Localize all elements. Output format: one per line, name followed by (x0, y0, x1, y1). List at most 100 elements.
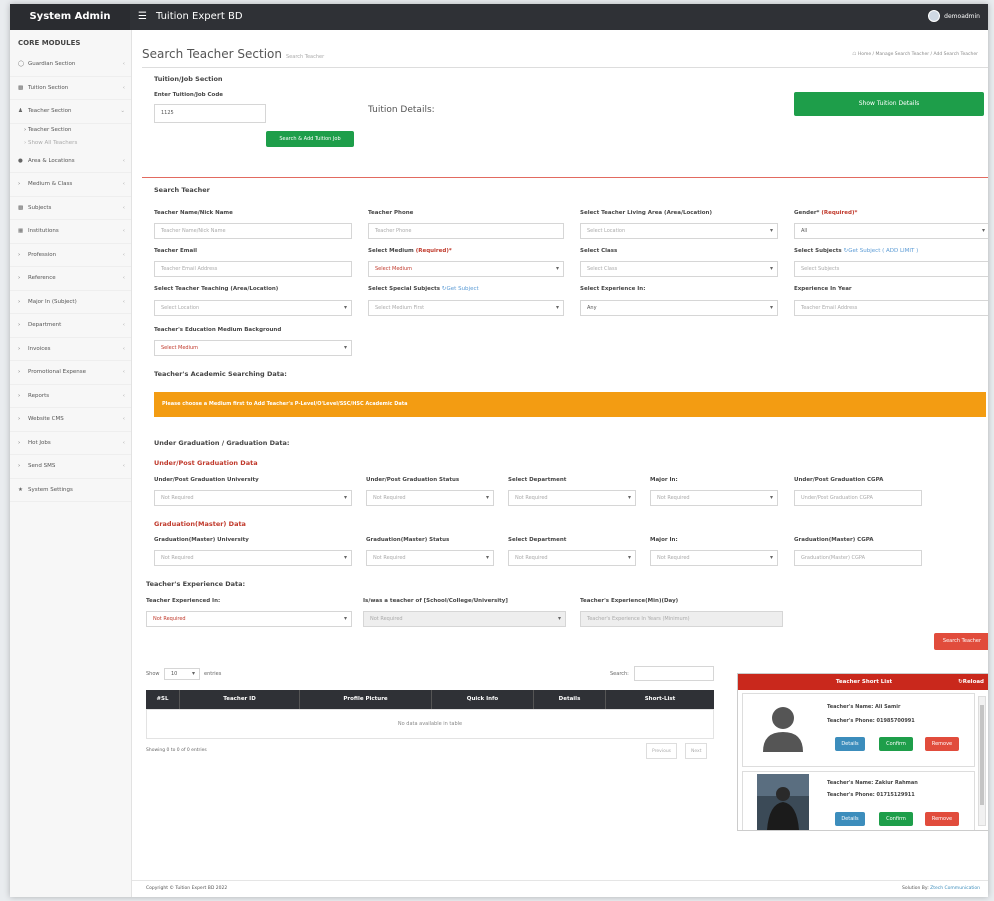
sidebar-subitem-show-all[interactable]: › Show All Teachers (10, 137, 131, 150)
user-menu[interactable]: demoadmin (928, 10, 980, 22)
teacher-email-label: Teacher Email (154, 248, 197, 254)
class-select[interactable]: Select Class (580, 261, 778, 277)
sidebar-item-major[interactable]: › Major In (Subject) ‹ (10, 291, 131, 314)
search-teacher-button[interactable]: Search Teacher (934, 633, 988, 650)
undergrad-status-select[interactable]: Not Required (366, 490, 494, 506)
sidebar-item-label: Send SMS (28, 463, 56, 469)
column-header[interactable]: Teacher ID (180, 690, 300, 709)
sidebar-item-label: Reference (28, 275, 56, 281)
sidebar-item-settings[interactable]: ★ System Settings (10, 479, 131, 502)
chevron-icon: ‹ (122, 157, 125, 164)
undergrad-university-select[interactable]: Not Required (154, 490, 352, 506)
column-header[interactable]: Quick Info (432, 690, 534, 709)
remove-button[interactable]: Remove (925, 737, 959, 751)
search-add-tuition-button[interactable]: Search & Add Tuition Job (266, 131, 354, 147)
experience-year-label: Experience In Year (794, 286, 852, 292)
sidebar-item-label: Tuition Section (28, 84, 69, 91)
masters-university-select[interactable]: Not Required (154, 550, 352, 566)
sidebar-item-area[interactable]: ● Area & Locations ‹ (10, 150, 131, 173)
chevron-icon: ‹ (122, 463, 125, 469)
subjects-input[interactable]: Select Subjects (794, 261, 988, 277)
reload-button[interactable]: ↻Reload (958, 674, 984, 690)
tuition-code-input[interactable]: 1125 (154, 104, 266, 123)
app-title: Tuition Expert BD (156, 11, 243, 22)
sidebar-item-label: System Settings (28, 486, 73, 493)
sidebar-item-institutions[interactable]: ▦ Institutions ‹ (10, 220, 131, 244)
subjects-label: Select Subjects ↻Get Subject ( ADD LIMIT… (794, 248, 918, 254)
masters-major-select[interactable]: Not Required (650, 550, 778, 566)
shortlist-scrollbar[interactable] (978, 696, 986, 826)
entries-select[interactable]: 10 (164, 668, 200, 680)
sidebar-item-sms[interactable]: › Send SMS ‹ (10, 455, 131, 479)
gender-label-text: Gender* (794, 210, 820, 216)
sidebar-item-cms[interactable]: › Website CMS ‹ (10, 408, 131, 432)
masters-cgpa-input[interactable]: Graduation(Master) CGPA (794, 550, 922, 566)
masters-major-label: Major In: (650, 537, 678, 543)
sidebar-item-department[interactable]: › Department ‹ (10, 314, 131, 338)
get-special-subject-link[interactable]: Get Subject (447, 286, 479, 292)
sidebar-item-tuition[interactable]: ▩ Tuition Section ‹ (10, 77, 131, 100)
sidebar-item-teacher[interactable]: ♟ Teacher Section ⌄ (10, 100, 131, 124)
divider (142, 67, 988, 68)
undergrad-major-select[interactable]: Not Required (650, 490, 778, 506)
next-button[interactable]: Next (685, 743, 708, 759)
teacher-phone-input[interactable]: Teacher Phone (368, 223, 564, 239)
experience-year-input[interactable]: Teacher Email Address (794, 300, 988, 316)
get-subject-link[interactable]: Get Subject ( ADD LIMIT ) (848, 248, 918, 254)
table-info: Showing 0 to 0 of 0 entries (146, 748, 207, 753)
experience-in-select[interactable]: Any (580, 300, 778, 316)
menu-toggle-icon[interactable]: ☰ (138, 4, 147, 30)
undergrad-cgpa-input[interactable]: Under/Post Graduation CGPA (794, 490, 922, 506)
column-header[interactable]: #SL (146, 690, 180, 709)
column-header[interactable]: Profile Picture (300, 690, 432, 709)
teaching-area-select[interactable]: Select Location (154, 300, 352, 316)
masters-status-select[interactable]: Not Required (366, 550, 494, 566)
teacher-email-input[interactable]: Teacher Email Address (154, 261, 352, 277)
table-search-input[interactable] (634, 666, 714, 681)
scrollbar-thumb[interactable] (980, 705, 984, 805)
copyright: Copyright © Tuition Expert BD 2022 (146, 886, 228, 891)
sidebar-item-reports[interactable]: › Reports ‹ (10, 385, 131, 408)
gender-select[interactable]: All (794, 223, 988, 239)
solution-label: Solution By: (902, 886, 931, 891)
sidebar-item-promotional[interactable]: › Promotional Expense ‹ (10, 361, 131, 385)
caret-icon: › (18, 298, 21, 305)
sidebar-item-label: Website CMS (28, 416, 64, 422)
subjects-label-text: Select Subjects (794, 248, 842, 254)
sidebar-item-reference[interactable]: › Reference ‹ (10, 267, 131, 291)
sidebar-subitem-teacher-section[interactable]: › Teacher Section (10, 124, 131, 137)
experience-years-input[interactable]: Teacher's Experience In Years (Minimum) (580, 611, 783, 627)
undergrad-department-select[interactable]: Not Required (508, 490, 636, 506)
details-button[interactable]: Details (835, 737, 865, 751)
details-button[interactable]: Details (835, 812, 865, 826)
teacher-of-select[interactable]: Not Required (363, 611, 566, 627)
sidebar-item-label: Major In (Subject) (28, 298, 77, 305)
sidebar-item-hotjobs[interactable]: › Hot Jobs ‹ (10, 432, 131, 455)
confirm-button[interactable]: Confirm (879, 812, 913, 826)
confirm-button[interactable]: Confirm (879, 737, 913, 751)
experienced-in-select[interactable]: Not Required (146, 611, 352, 627)
vendor-link[interactable]: Ztech Communication (930, 886, 980, 891)
sidebar-item-medium[interactable]: › Medium & Class ‹ (10, 173, 131, 197)
special-subjects-select[interactable]: Select Medium First (368, 300, 564, 316)
medium-select[interactable]: Select Medium (368, 261, 564, 277)
brand-logo[interactable]: System Admin (10, 4, 130, 30)
previous-button[interactable]: Previous (646, 743, 678, 759)
column-header[interactable]: Short-List (606, 690, 714, 709)
teacher-name-input[interactable]: Teacher Name/Nick Name (154, 223, 352, 239)
sidebar-item-invoices[interactable]: › Invoices ‹ (10, 338, 131, 361)
sidebar-item-guardian[interactable]: ◯ Guardian Section ‹ (10, 53, 131, 77)
column-header[interactable]: Details (534, 690, 606, 709)
sidebar-item-subjects[interactable]: ▩ Subjects ‹ (10, 197, 131, 220)
experience-years-label: Teacher's Experience(Min)(Day) (580, 598, 679, 604)
sidebar-item-label: Guardian Section (28, 61, 76, 67)
show-tuition-details-button[interactable]: Show Tuition Details (794, 92, 984, 116)
sidebar-item-profession[interactable]: › Profession ‹ (10, 244, 131, 267)
living-area-select[interactable]: Select Location (580, 223, 778, 239)
education-medium-select[interactable]: Select Medium (154, 340, 352, 356)
breadcrumb[interactable]: ☖ Home / Manage Search Teacher / Add Sea… (852, 52, 978, 57)
map-marker-icon: ● (18, 157, 23, 164)
sidebar-item-label: Department (28, 322, 62, 328)
masters-department-select[interactable]: Not Required (508, 550, 636, 566)
remove-button[interactable]: Remove (925, 812, 959, 826)
